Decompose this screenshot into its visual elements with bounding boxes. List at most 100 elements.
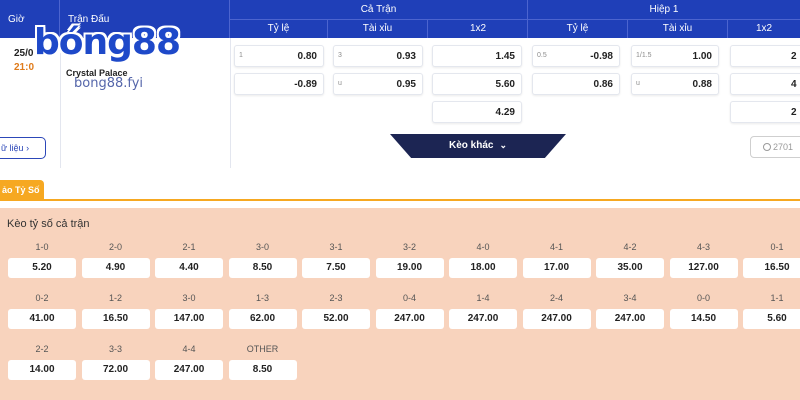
score-odds[interactable]: 14.00: [8, 360, 76, 380]
score-odds[interactable]: 41.00: [8, 309, 76, 329]
score-odds[interactable]: 19.00: [375, 258, 444, 278]
score-option[interactable]: 0-1 16.50: [743, 242, 800, 278]
score-label: 4-1: [549, 242, 563, 252]
odds-cell[interactable]: 2: [730, 101, 800, 123]
score-odds[interactable]: 5.20: [8, 258, 76, 278]
score-option[interactable]: 4-3 127.00: [669, 242, 738, 278]
score-odds[interactable]: 247.00: [596, 309, 664, 329]
score-odds[interactable]: 62.00: [228, 309, 297, 329]
score-option[interactable]: OTHER 8.50: [228, 344, 297, 380]
match-time: 21:0: [14, 62, 35, 73]
score-option[interactable]: 0-2 41.00: [8, 293, 76, 329]
score-label: 1-4: [476, 293, 490, 303]
score-option[interactable]: 3-0 8.50: [228, 242, 297, 278]
odds-cell[interactable]: 4.29: [432, 101, 522, 123]
score-option[interactable]: 1-0 5.20: [8, 242, 76, 278]
data-button[interactable]: ữ liệu ›: [0, 137, 46, 159]
odds-cell[interactable]: 2: [730, 45, 800, 67]
score-odds[interactable]: 127.00: [669, 258, 738, 278]
tab-underline: [0, 199, 800, 201]
chevron-down-icon: ⌄: [499, 140, 507, 150]
odds-handicap: 1: [239, 52, 243, 59]
score-label: 1-0: [35, 242, 49, 252]
score-option[interactable]: 3-2 19.00: [375, 242, 444, 278]
odds-cell[interactable]: 5.60: [432, 73, 522, 95]
score-odds[interactable]: 247.00: [522, 309, 591, 329]
score-odds[interactable]: 5.60: [743, 309, 800, 329]
odds-value: 4: [791, 79, 797, 90]
score-label: 2-4: [549, 293, 563, 303]
score-option[interactable]: 0-4 247.00: [375, 293, 444, 329]
odds-line: 1/1.5: [636, 52, 652, 59]
score-odds[interactable]: 16.50: [81, 309, 150, 329]
score-odds[interactable]: 247.00: [449, 309, 517, 329]
score-option[interactable]: 1-1 5.60: [743, 293, 800, 329]
score-option[interactable]: 4-4 247.00: [155, 344, 223, 380]
odds-value: -0.89: [294, 79, 317, 90]
score-option[interactable]: 1-3 62.00: [228, 293, 297, 329]
odds-cell[interactable]: 0.86: [532, 73, 620, 95]
score-label: 3-0: [182, 293, 196, 303]
score-odds[interactable]: 4.90: [81, 258, 150, 278]
odds-cell[interactable]: 1/1.5 1.00: [631, 45, 719, 67]
header-full-1x2: 1x2: [469, 23, 487, 34]
user-count-button[interactable]: 2701: [750, 136, 800, 158]
odds-cell[interactable]: 3 0.93: [333, 45, 423, 67]
score-odds[interactable]: 247.00: [155, 360, 223, 380]
score-option[interactable]: 2-4 247.00: [522, 293, 591, 329]
score-label: 0-1: [770, 242, 784, 252]
odds-cell[interactable]: 4: [730, 73, 800, 95]
header-full-over-under: Tài xỉu: [328, 20, 428, 38]
score-option[interactable]: 2-3 52.00: [302, 293, 370, 329]
odds-handicap: 0.5: [537, 52, 547, 59]
score-option[interactable]: 4-0 18.00: [449, 242, 517, 278]
score-option[interactable]: 1-4 247.00: [449, 293, 517, 329]
score-odds[interactable]: 7.50: [302, 258, 370, 278]
score-odds[interactable]: 147.00: [155, 309, 223, 329]
user-count: 2701: [773, 142, 794, 152]
score-option[interactable]: 2-0 4.90: [81, 242, 150, 278]
watermark: bong88.fyi: [74, 76, 144, 91]
odds-cell[interactable]: u 0.95: [333, 73, 423, 95]
odds-value: 0.93: [396, 51, 416, 62]
score-option[interactable]: 3-0 147.00: [155, 293, 223, 329]
score-odds[interactable]: 52.00: [302, 309, 370, 329]
more-odds-button[interactable]: Kèo khác ⌄: [390, 134, 566, 158]
odds-value: 1.00: [692, 51, 712, 62]
score-option[interactable]: 2-2 14.00: [8, 344, 76, 380]
score-option[interactable]: 4-2 35.00: [596, 242, 664, 278]
score-option[interactable]: 1-2 16.50: [81, 293, 150, 329]
odds-cell[interactable]: u 0.88: [631, 73, 719, 95]
odds-cell[interactable]: 1.45: [432, 45, 522, 67]
odds-value: 0.80: [297, 51, 317, 62]
odds-line: u: [338, 80, 342, 87]
score-odds[interactable]: 18.00: [449, 258, 517, 278]
score-odds[interactable]: 8.50: [228, 360, 297, 380]
score-label: 0-0: [696, 293, 710, 303]
score-odds[interactable]: 8.50: [228, 258, 297, 278]
score-option[interactable]: 3-4 247.00: [596, 293, 664, 329]
score-odds[interactable]: 17.00: [522, 258, 591, 278]
score-option[interactable]: 2-1 4.40: [155, 242, 223, 278]
score-odds[interactable]: 16.50: [743, 258, 800, 278]
odds-page: Giờ Trận Đấu Cả Trận Tỷ lệ Tài xỉu 1x2 H…: [0, 0, 800, 400]
score-label: 1-3: [255, 293, 269, 303]
score-label: 1-2: [108, 293, 122, 303]
score-odds[interactable]: 14.50: [669, 309, 738, 329]
score-odds[interactable]: 35.00: [596, 258, 664, 278]
score-odds[interactable]: 72.00: [81, 360, 150, 380]
score-odds[interactable]: 4.40: [155, 258, 223, 278]
score-option[interactable]: 3-1 7.50: [302, 242, 370, 278]
score-option[interactable]: 4-1 17.00: [522, 242, 591, 278]
score-label: 2-3: [329, 293, 343, 303]
odds-cell[interactable]: -0.89: [234, 73, 324, 95]
odds-cell[interactable]: 0.5 -0.98: [532, 45, 620, 67]
score-odds[interactable]: 247.00: [375, 309, 444, 329]
odds-cell[interactable]: 1 0.80: [234, 45, 324, 67]
odds-value: 0.95: [396, 79, 416, 90]
score-option[interactable]: 0-0 14.50: [669, 293, 738, 329]
tab-correct-score[interactable]: ảo Tỷ Số: [0, 180, 44, 200]
odds-value: 0.86: [593, 79, 613, 90]
header-group-full-match: Cả Trận Tỷ lệ Tài xỉu 1x2: [230, 0, 528, 38]
score-option[interactable]: 3-3 72.00: [81, 344, 150, 380]
